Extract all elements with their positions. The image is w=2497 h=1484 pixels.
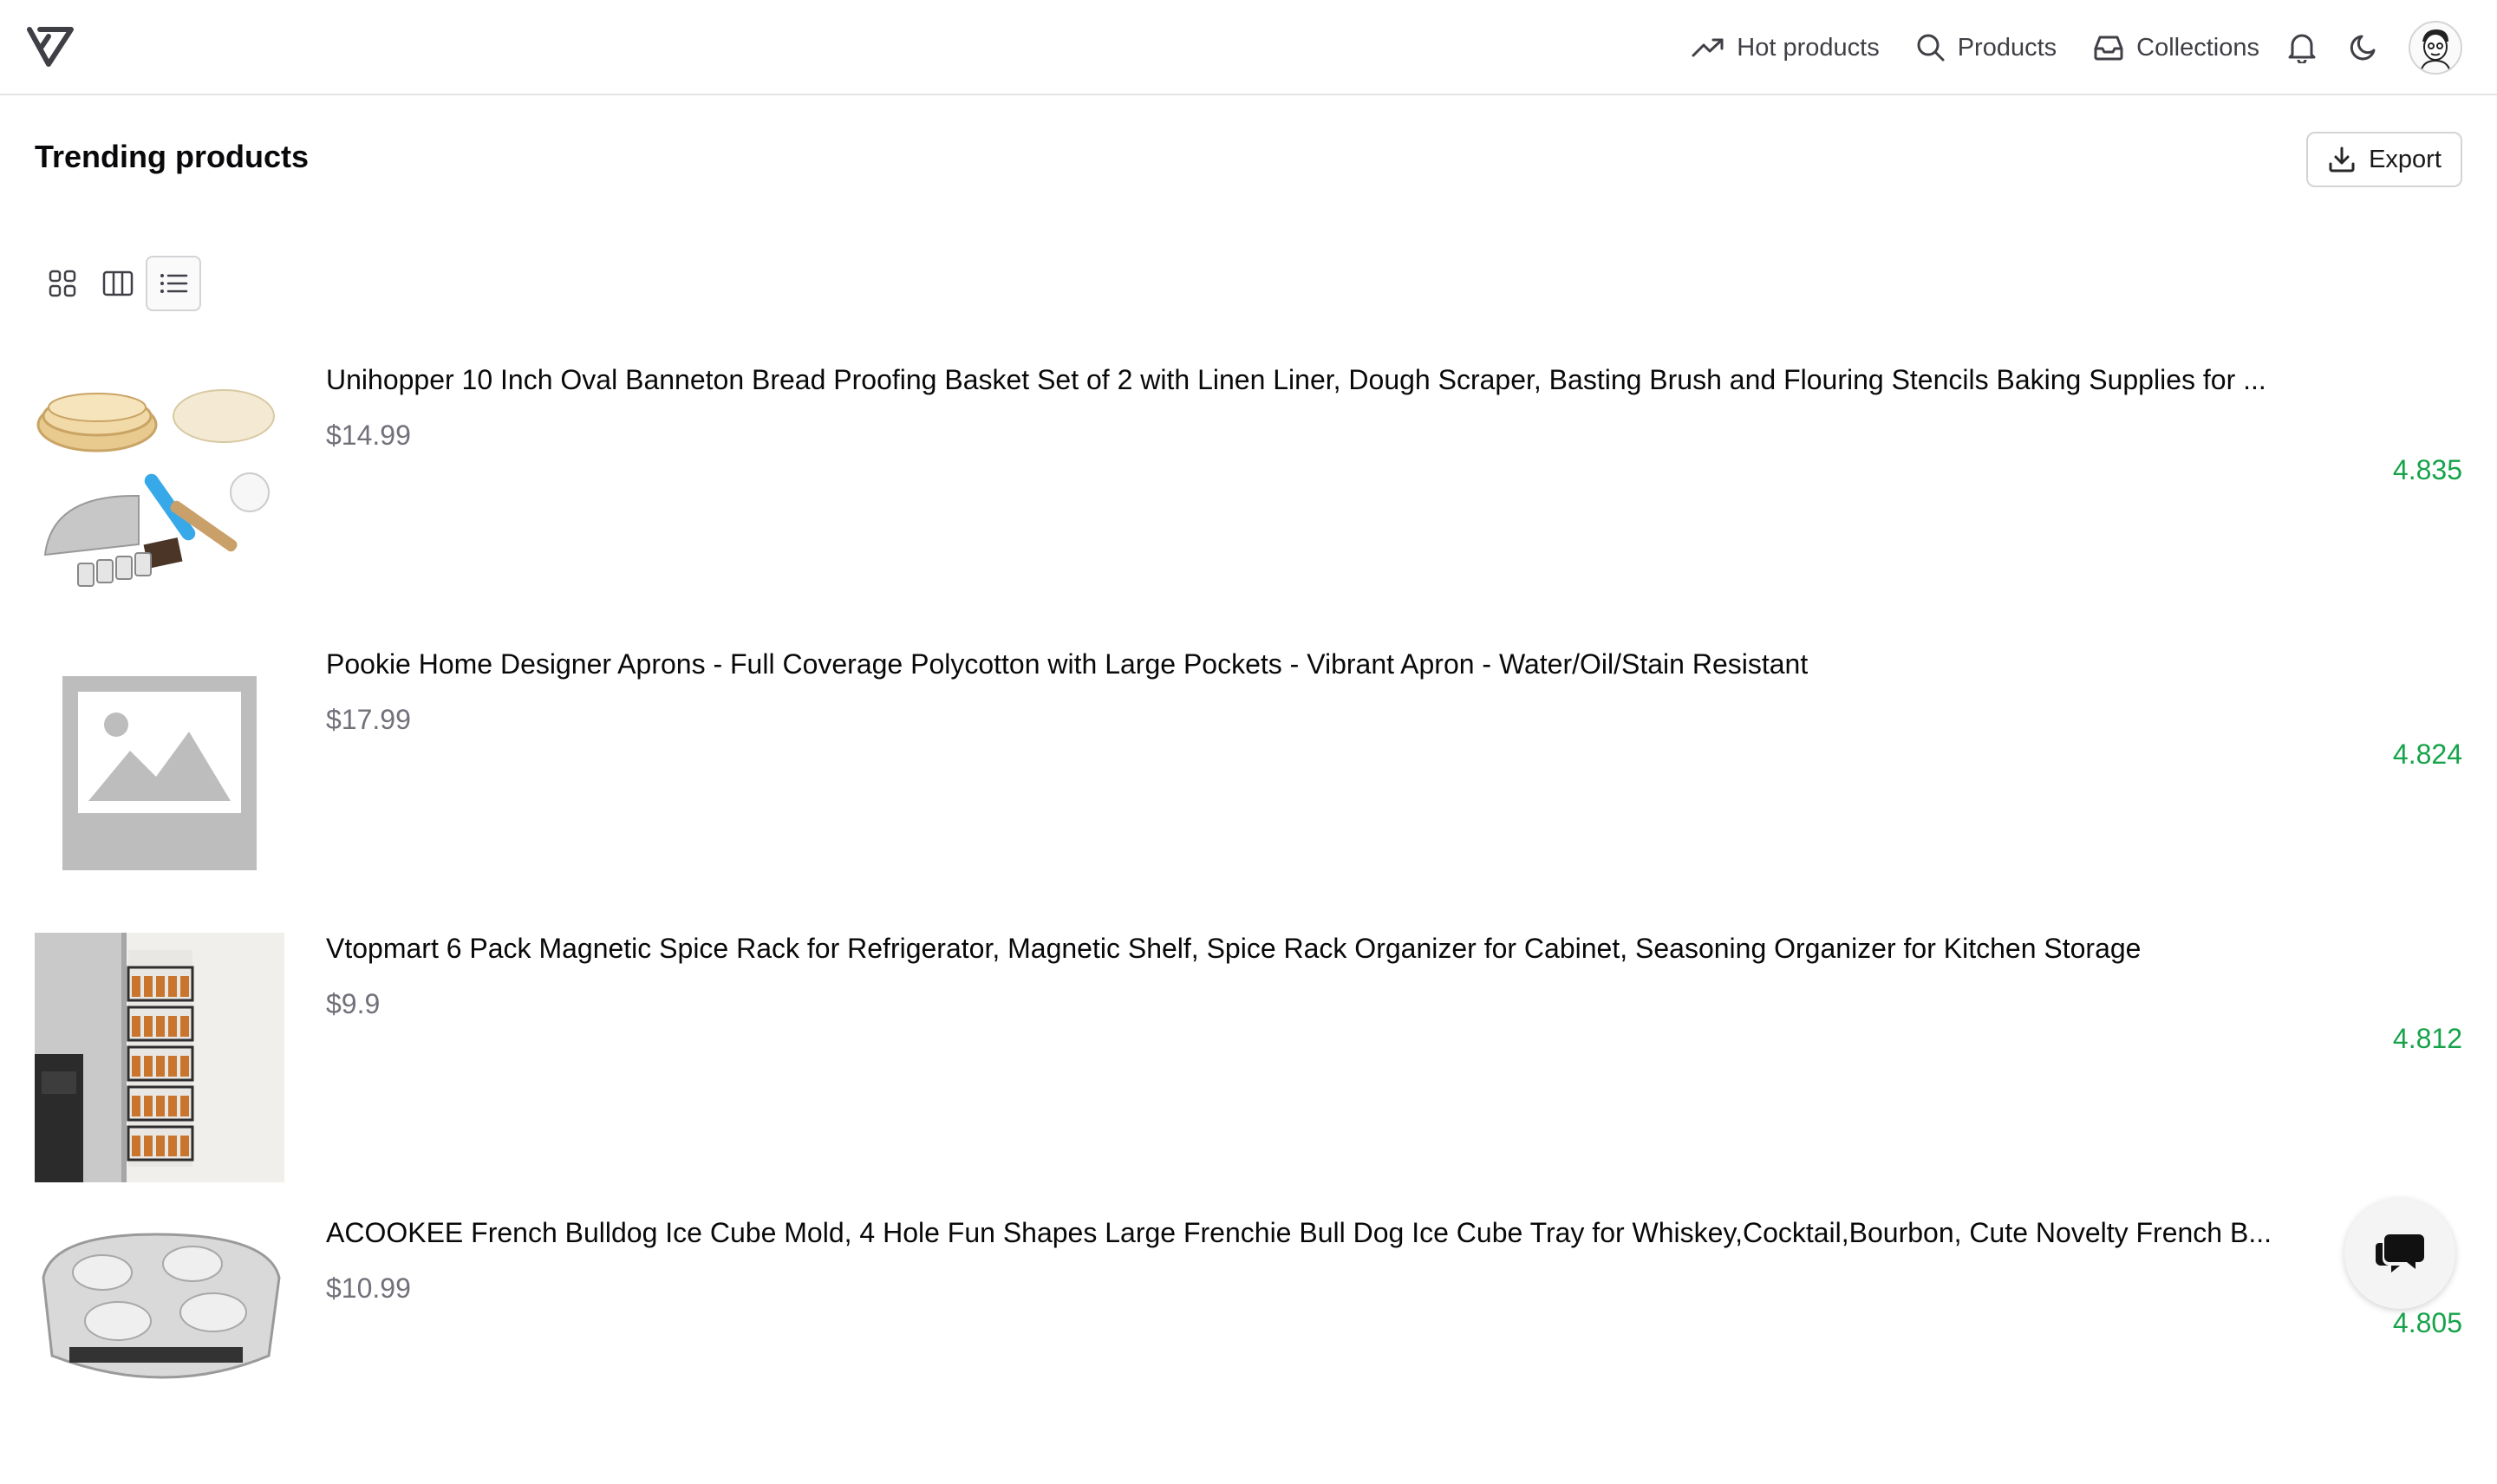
- product-list: Unihopper 10 Inch Oval Banneton Bread Pr…: [35, 347, 2462, 1484]
- product-row[interactable]: ACOOKEE French Bulldog Ice Cube Mold, 4 …: [35, 1200, 2462, 1484]
- list-view-button[interactable]: [146, 256, 201, 311]
- list-icon: [160, 274, 188, 293]
- product-rating: 4.824: [2392, 739, 2462, 770]
- avatar-illustration-icon: [2420, 29, 2451, 73]
- user-avatar[interactable]: [2409, 21, 2462, 75]
- grid-view-button[interactable]: [35, 256, 90, 311]
- nav-hot-products[interactable]: Hot products: [1692, 33, 1880, 62]
- brand-logo[interactable]: [26, 24, 75, 69]
- product-title[interactable]: Unihopper 10 Inch Oval Banneton Bread Pr…: [326, 364, 2389, 396]
- search-icon: [1917, 34, 1945, 62]
- product-rating: 4.835: [2392, 454, 2462, 485]
- logo-icon: [27, 27, 74, 67]
- grid-icon: [49, 270, 76, 297]
- theme-toggle-button[interactable]: [2344, 28, 2384, 68]
- notifications-button[interactable]: [2282, 28, 2322, 68]
- product-image-spice-rack[interactable]: [35, 933, 284, 1182]
- export-button[interactable]: Export: [2306, 132, 2462, 187]
- chat-button[interactable]: [2344, 1198, 2455, 1309]
- export-button-label: Export: [2369, 145, 2442, 173]
- spice-rack-image-icon: [35, 933, 284, 1182]
- product-price: $10.99: [326, 1272, 411, 1304]
- product-title[interactable]: ACOOKEE French Bulldog Ice Cube Mold, 4 …: [326, 1217, 2389, 1249]
- product-rating: 4.805: [2392, 1307, 2462, 1338]
- chat-bubble-icon: [2376, 1234, 2424, 1272]
- product-price: $17.99: [326, 704, 411, 735]
- bread-basket-image-icon: [35, 364, 284, 614]
- nav-label-hot-products: Hot products: [1737, 33, 1880, 62]
- inbox-icon: [2094, 36, 2123, 61]
- product-rating: 4.812: [2392, 1023, 2462, 1054]
- columns-icon: [102, 270, 134, 296]
- moon-icon: [2350, 35, 2376, 61]
- page-title: Trending products: [35, 139, 310, 174]
- view-switcher: [35, 256, 201, 311]
- bell-icon: [2288, 34, 2316, 63]
- main-nav: Hot products Products Collections: [1692, 19, 2462, 76]
- nav-products[interactable]: Products: [1916, 33, 2057, 62]
- product-price: $14.99: [326, 420, 411, 451]
- top-navigation-bar: Hot products Products Collections: [0, 0, 2497, 95]
- download-icon: [2329, 146, 2355, 172]
- product-image-placeholder[interactable]: [35, 648, 284, 898]
- nav-collections[interactable]: Collections: [2093, 34, 2259, 62]
- product-row[interactable]: Vtopmart 6 Pack Magnetic Spice Rack for …: [35, 915, 2462, 1200]
- product-title[interactable]: Pookie Home Designer Aprons - Full Cover…: [326, 648, 2389, 680]
- nav-label-collections: Collections: [2136, 33, 2259, 62]
- product-title[interactable]: Vtopmart 6 Pack Magnetic Spice Rack for …: [326, 933, 2389, 965]
- product-row[interactable]: Unihopper 10 Inch Oval Banneton Bread Pr…: [35, 347, 2462, 631]
- columns-view-button[interactable]: [90, 256, 146, 311]
- trending-up-icon: [1692, 38, 1724, 57]
- product-row[interactable]: Pookie Home Designer Aprons - Full Cover…: [35, 631, 2462, 915]
- product-image-ice-cube-tray[interactable]: [35, 1217, 284, 1467]
- ice-cube-tray-image-icon: [35, 1217, 284, 1467]
- product-price: $9.9: [326, 988, 381, 1019]
- product-image-bread-basket-set[interactable]: [35, 364, 284, 614]
- nav-label-products: Products: [1957, 33, 2057, 62]
- image-placeholder-icon: [35, 648, 284, 898]
